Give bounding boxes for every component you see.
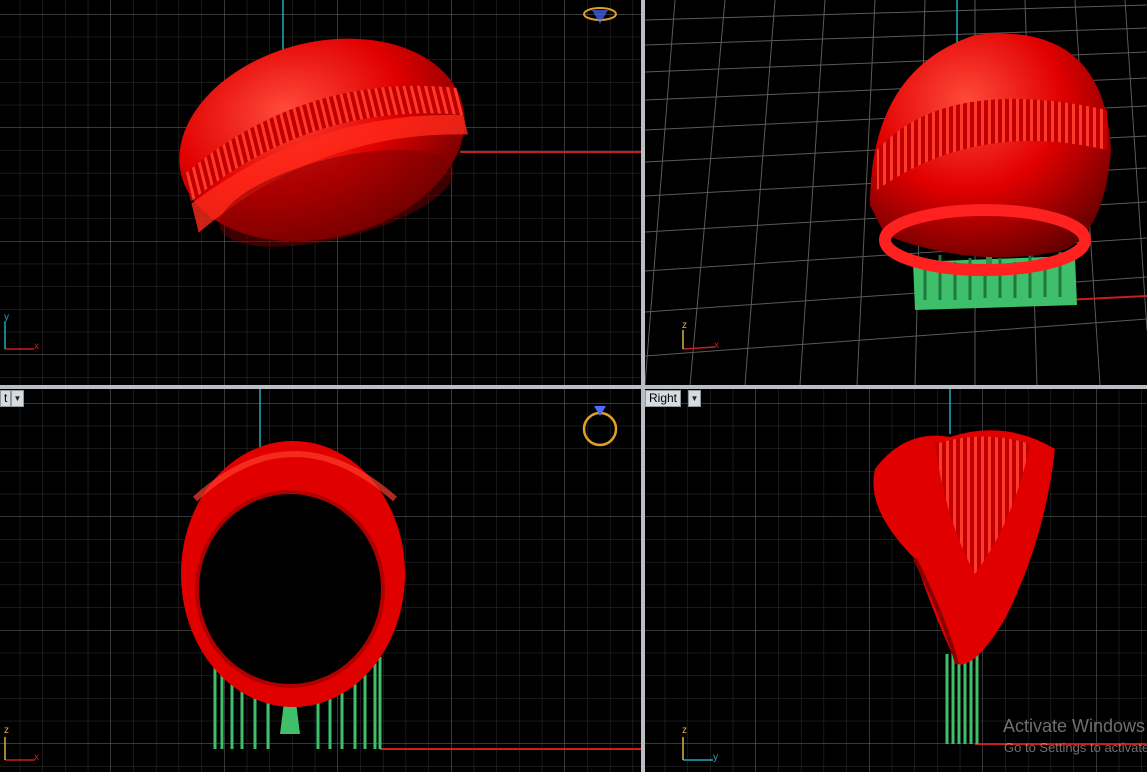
triangle-down-icon[interactable]: ▼ xyxy=(11,390,24,407)
viewport-top[interactable]: x y xyxy=(0,0,641,385)
axis-label-z: z xyxy=(682,725,687,736)
ring-model-perspective xyxy=(870,33,1111,276)
viewport-perspective-canvas[interactable] xyxy=(645,0,1147,385)
viewport-right[interactable]: Right ▼ y z Activate Windows Go to Setti… xyxy=(645,389,1147,772)
viewport-divider-horizontal[interactable] xyxy=(0,385,1147,389)
axis-label-x: x xyxy=(34,752,39,763)
activation-watermark-title: Activate Windows xyxy=(1003,716,1146,736)
axis-triad-perspective xyxy=(682,330,716,350)
axis-label-z: z xyxy=(4,725,9,736)
triangle-down-icon[interactable]: ▼ xyxy=(688,390,701,407)
viewport-top-canvas[interactable] xyxy=(0,0,641,385)
viewport-perspective[interactable]: x z xyxy=(645,0,1147,385)
axis-label-x: x xyxy=(714,340,719,351)
viewport-label-right[interactable]: Right xyxy=(645,390,682,407)
axis-label-x: x xyxy=(34,341,39,352)
axis-label-y: y xyxy=(4,312,9,323)
viewport-front-canvas[interactable] xyxy=(0,389,641,772)
viewport-label-front[interactable]: t xyxy=(0,390,12,407)
ring-model-front xyxy=(181,441,405,707)
axis-label-y: y xyxy=(713,752,718,763)
activation-watermark-subtitle: Go to Settings to activate Windows. xyxy=(1004,740,1147,755)
viewport-right-canvas[interactable] xyxy=(645,389,1147,772)
x-axis-line xyxy=(1064,295,1147,301)
viewport-front[interactable]: t ▼ x z xyxy=(0,389,641,772)
axis-label-z: z xyxy=(682,320,687,331)
